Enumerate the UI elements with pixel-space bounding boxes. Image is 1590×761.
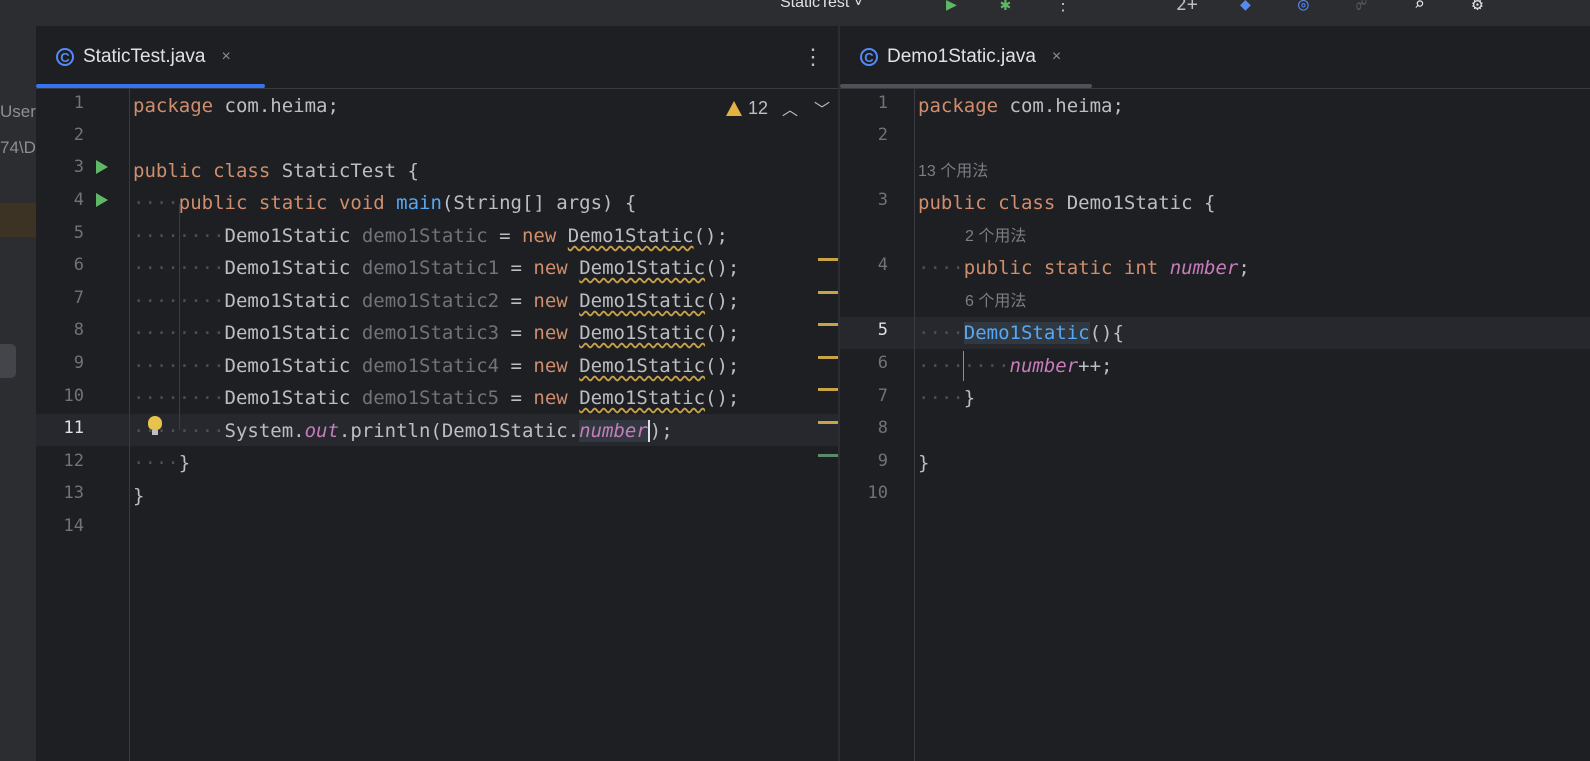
run-configuration-selector[interactable]: StaticTest ˅	[780, 0, 863, 12]
tab-label: StaticTest.java	[83, 46, 206, 67]
code-line-4[interactable]: ····public static void main(String[] arg…	[133, 187, 636, 219]
change-stripe-mark[interactable]	[818, 454, 838, 457]
run-gutter-icon[interactable]	[96, 160, 108, 174]
line-number: 9	[877, 451, 888, 471]
close-icon[interactable]: ×	[222, 48, 231, 66]
line-number: 14	[63, 516, 84, 536]
code-line-12[interactable]: ····}	[133, 447, 190, 479]
class-icon: C	[860, 48, 878, 66]
current-line-number: 11	[63, 418, 84, 438]
code-line-10[interactable]: ········Demo1Static demo1Static5 = new D…	[133, 382, 739, 414]
main-toolbar: StaticTest ˅ ▶ ✱ ⋮ 2+ ◆ ◎ ☍ ⌕ ⚙	[0, 0, 1590, 26]
warning-count: 12	[748, 98, 769, 118]
line-number: 7	[877, 386, 888, 406]
usages-hint[interactable]: 6 个用法	[965, 286, 1026, 318]
line-number: 6	[73, 255, 84, 275]
code-line-9[interactable]: }	[918, 447, 929, 479]
code-line-4[interactable]: ····public static int number;	[918, 252, 1250, 284]
code-line-7[interactable]: ····}	[918, 382, 975, 414]
debug-icon[interactable]: ✱	[1000, 0, 1011, 15]
search-icon[interactable]: ⌕	[1414, 0, 1425, 15]
previous-highlight-icon[interactable]: ︿	[782, 96, 798, 120]
code-line-6[interactable]: ········Demo1Static demo1Static1 = new D…	[133, 252, 739, 284]
tab-menu-icon[interactable]: ⋮	[802, 44, 824, 70]
panel-selection[interactable]	[0, 344, 16, 378]
warning-stripe-mark[interactable]	[818, 356, 838, 359]
more-icon[interactable]: ⋮	[1054, 0, 1072, 15]
warning-stripe-mark[interactable]	[818, 258, 838, 261]
warning-stripe-mark[interactable]	[818, 388, 838, 391]
usages-hint[interactable]: 13 个用法	[918, 156, 988, 188]
tab-demo1static[interactable]: C Demo1Static.java ×	[860, 26, 1061, 88]
code-line-3[interactable]: public class Demo1Static {	[918, 187, 1215, 219]
editor-tab-bar: C Demo1Static.java ×	[840, 26, 1590, 89]
code-line-8[interactable]: ········Demo1Static demo1Static3 = new D…	[133, 317, 739, 349]
code-line-6[interactable]: ········number++;	[918, 350, 1112, 382]
editor-tab-bar: C StaticTest.java × ⋮	[36, 26, 838, 89]
gutter: 1 2 3 4 5 6 7 8 9 10 11 12 13 14	[36, 89, 162, 761]
line-number: 10	[867, 483, 888, 503]
line-number: 1	[877, 93, 888, 113]
class-icon: C	[56, 48, 74, 66]
line-number: 2	[877, 125, 888, 145]
line-number: 8	[73, 320, 84, 340]
gutter: 1 2 3 4 5 6 7 8 9 10	[840, 89, 915, 761]
git-icon[interactable]: ☍	[1356, 0, 1367, 15]
profile-icon[interactable]: ◆	[1240, 0, 1251, 15]
warning-stripe-mark[interactable]	[818, 421, 838, 424]
add-config-icon[interactable]: 2+	[1176, 0, 1198, 15]
usages-hint[interactable]: 2 个用法	[965, 221, 1026, 253]
line-number: 12	[63, 451, 84, 471]
line-number: 2	[73, 125, 84, 145]
editor-pane-left: C StaticTest.java × ⋮ 1 2 3 4 5 6 7 8 9 …	[36, 26, 838, 761]
code-line-7[interactable]: ········Demo1Static demo1Static2 = new D…	[133, 285, 739, 317]
line-number: 3	[73, 157, 84, 177]
tab-statictest[interactable]: C StaticTest.java ×	[56, 26, 231, 88]
warning-icon	[726, 101, 742, 116]
line-number: 1	[73, 93, 84, 113]
line-number: 13	[63, 483, 84, 503]
inspection-widget[interactable]: 12	[726, 98, 768, 119]
run-icon[interactable]: ▶	[946, 0, 957, 15]
code-line-1[interactable]: package com.heima;	[133, 90, 339, 122]
coverage-icon[interactable]: ◎	[1298, 0, 1309, 15]
close-icon[interactable]: ×	[1052, 48, 1061, 66]
editor-pane-right: C Demo1Static.java × 1 2 3 4 5 6 7 8 9 1…	[840, 26, 1590, 761]
project-path-text: User	[0, 102, 36, 121]
warning-stripe-mark[interactable]	[818, 291, 838, 294]
next-highlight-icon[interactable]: ﹀	[814, 96, 830, 120]
line-number: 3	[877, 190, 888, 210]
selected-tree-row[interactable]	[0, 203, 36, 237]
project-path-text-2: 74\D	[0, 138, 36, 157]
settings-icon[interactable]: ⚙	[1472, 0, 1483, 15]
code-line-11[interactable]: ········System.out.println(Demo1Static.n…	[133, 415, 673, 447]
current-line-number: 5	[877, 320, 888, 340]
line-number: 8	[877, 418, 888, 438]
line-number: 4	[73, 190, 84, 210]
line-number: 7	[73, 288, 84, 308]
line-number: 10	[63, 386, 84, 406]
code-line-1[interactable]: package com.heima;	[918, 90, 1124, 122]
line-number: 6	[877, 353, 888, 373]
line-number: 9	[73, 353, 84, 373]
code-line-9[interactable]: ········Demo1Static demo1Static4 = new D…	[133, 350, 739, 382]
code-line-5[interactable]: ········Demo1Static demo1Static = new De…	[133, 220, 728, 252]
code-line-5[interactable]: ····Demo1Static(){	[918, 317, 1124, 349]
run-gutter-icon[interactable]	[96, 193, 108, 207]
project-panel-edge: User 74\D	[0, 26, 36, 761]
tab-label: Demo1Static.java	[887, 46, 1036, 67]
code-line-13[interactable]: }	[133, 480, 144, 512]
line-number: 4	[877, 255, 888, 275]
code-line-3[interactable]: public class StaticTest {	[133, 155, 419, 187]
warning-stripe-mark[interactable]	[818, 323, 838, 326]
line-number: 5	[73, 223, 84, 243]
